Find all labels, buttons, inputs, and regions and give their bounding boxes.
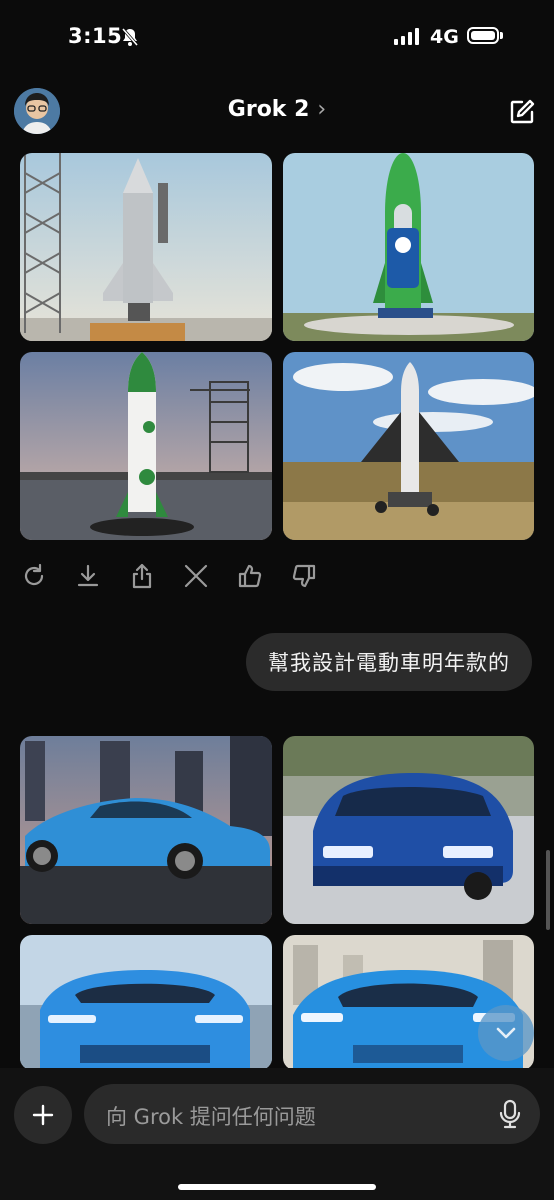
battery-icon — [467, 27, 499, 44]
page-title: Grok 2 — [227, 97, 310, 122]
status-time: 3:15 — [68, 24, 123, 48]
scrollbar[interactable] — [546, 850, 550, 930]
status-bar: 3:15 4G — [0, 0, 554, 70]
generated-image-rocket-4[interactable] — [283, 352, 534, 540]
microphone-icon[interactable] — [498, 1098, 522, 1130]
generated-image-car-3[interactable] — [20, 935, 272, 1070]
refresh-icon[interactable] — [20, 562, 48, 590]
generated-image-car-1[interactable] — [20, 736, 272, 924]
scroll-down-button[interactable] — [478, 1005, 534, 1061]
message-input[interactable]: 向 Grok 提问任何问题 — [84, 1084, 540, 1144]
silent-bell-icon — [121, 28, 139, 46]
home-indicator — [178, 1184, 376, 1190]
plus-icon — [32, 1104, 54, 1126]
user-message-bubble: 幫我設計電動車明年款的 — [246, 633, 532, 691]
cellular-signal-icon — [394, 28, 419, 45]
response-actions — [20, 562, 318, 590]
generated-image-rocket-3[interactable] — [20, 352, 272, 540]
generated-image-rocket-2[interactable] — [283, 153, 534, 341]
message-input-placeholder: 向 Grok 提问任何问题 — [106, 1105, 316, 1129]
chat-header: Grok 2 › — [0, 82, 554, 142]
share-icon[interactable] — [128, 562, 156, 590]
thumbs-up-icon[interactable] — [236, 562, 264, 590]
thumbs-down-icon[interactable] — [290, 562, 318, 590]
download-icon[interactable] — [74, 562, 102, 590]
generated-image-rocket-1[interactable] — [20, 153, 272, 341]
user-message-text: 幫我設計電動車明年款的 — [268, 651, 510, 675]
battery-tip — [500, 32, 503, 39]
chevron-right-icon: › — [317, 97, 327, 122]
generated-image-car-2[interactable] — [283, 736, 534, 924]
new-chat-icon[interactable] — [508, 98, 536, 126]
x-logo-icon[interactable] — [182, 562, 210, 590]
composer-bar: 向 Grok 提问任何问题 — [0, 1068, 554, 1200]
chevron-down-icon — [496, 1027, 516, 1039]
attach-button[interactable] — [14, 1086, 72, 1144]
model-selector[interactable]: Grok 2 › — [0, 97, 554, 122]
network-type: 4G — [430, 26, 459, 48]
